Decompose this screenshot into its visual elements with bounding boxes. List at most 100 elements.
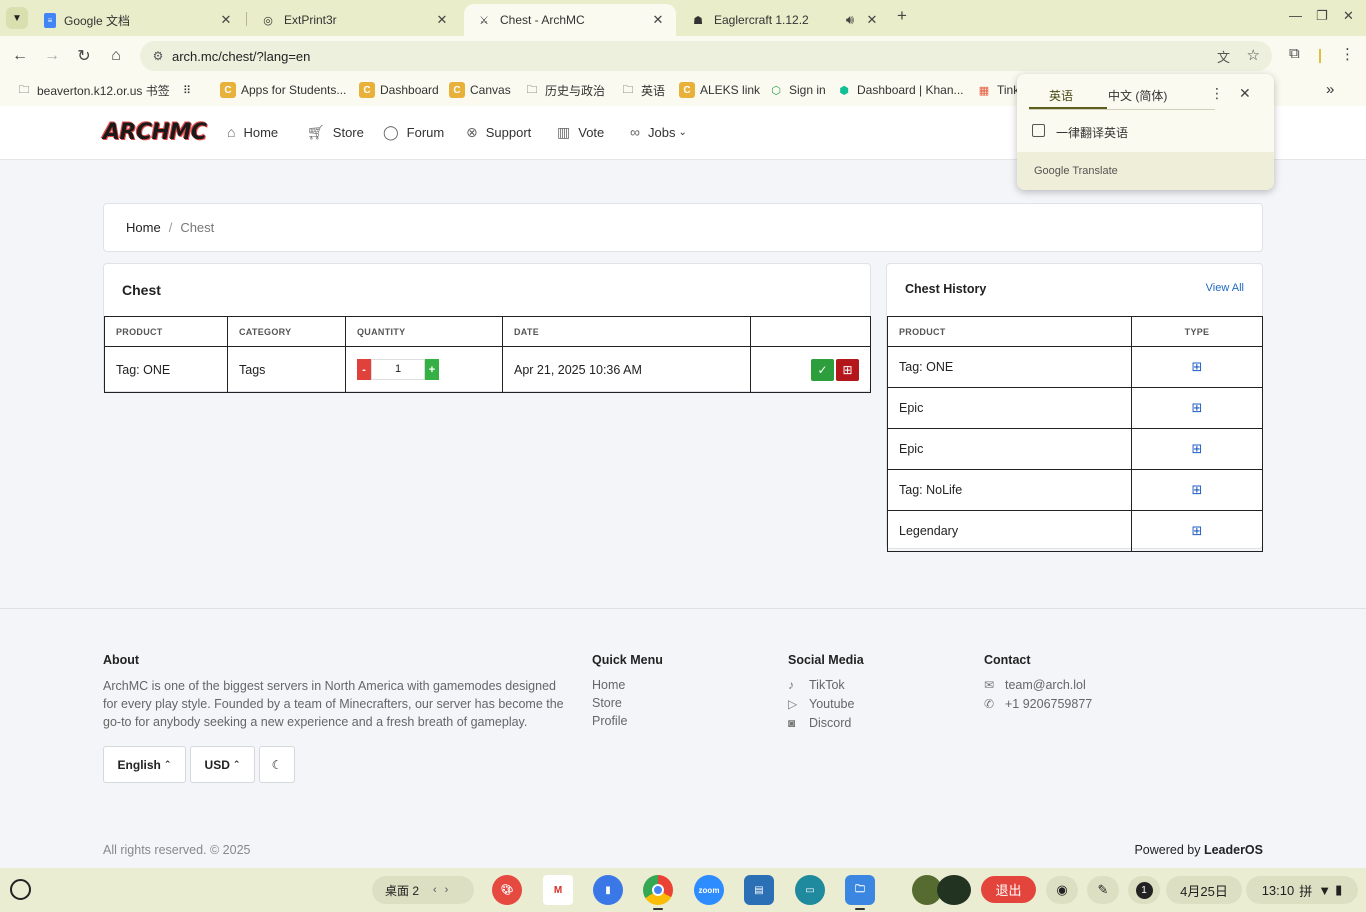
always-translate-checkbox[interactable]	[1032, 124, 1045, 137]
files-icon[interactable]: 🗀	[845, 875, 875, 905]
forward-button[interactable]: →	[41, 45, 63, 67]
close-icon[interactable]: ✕	[1239, 85, 1251, 102]
chevron-up-icon: ⌃	[163, 759, 172, 769]
zoom-icon[interactable]: zoom	[694, 875, 724, 905]
url-text[interactable]: arch.mc/chest/?lang=en	[172, 49, 310, 64]
nav-store[interactable]: 🛒︎ Store	[307, 124, 364, 141]
bookmark-item[interactable]: C Canvas	[449, 82, 511, 98]
nav-forum[interactable]: ◯ Forum	[383, 124, 444, 141]
close-window-button[interactable]: ✕	[1343, 8, 1354, 24]
language-button[interactable]: English ⌃	[103, 746, 186, 783]
view-all-link[interactable]: View All	[1206, 282, 1244, 294]
bookmark-item[interactable]: 🗀 英语	[620, 82, 666, 99]
theme-toggle-button[interactable]: ☾	[259, 746, 295, 783]
breadcrumb-home[interactable]: Home	[126, 220, 161, 235]
tab-google-docs[interactable]: ≡ Google 文档 ✕	[32, 4, 244, 36]
decrease-button[interactable]: -	[357, 359, 371, 380]
audio-control[interactable]: ◉	[1046, 876, 1078, 904]
chrome-icon[interactable]	[643, 875, 673, 905]
calculator-app-icon[interactable]: ▤	[744, 875, 774, 905]
nav-support[interactable]: ⊗ Support	[466, 124, 531, 141]
bookmark-item[interactable]: ▦ Tink	[976, 82, 1019, 98]
tab-chest-archmc[interactable]: ⚔ Chest - ArchMC ✕	[464, 4, 676, 36]
footer-link-home[interactable]: Home	[592, 678, 625, 692]
minimize-button[interactable]: —	[1289, 8, 1302, 23]
footer-link-profile[interactable]: Profile	[592, 714, 627, 728]
footer-phone[interactable]: ✆ +1 9206759877	[984, 697, 1092, 711]
status-area[interactable]: 13:10 拼 ▼ ▮	[1246, 876, 1358, 904]
exit-button[interactable]: 退出	[981, 876, 1036, 903]
translate-tab-target[interactable]: 中文 (简体)	[1108, 87, 1167, 104]
more-bookmarks-icon[interactable]: »	[1326, 81, 1334, 98]
speaker-icon[interactable]: 🔊︎	[842, 12, 858, 28]
mic-app-icon[interactable]: ▮	[593, 875, 623, 905]
table-row: Epic ⊞	[887, 428, 1263, 470]
powered-brand[interactable]: LeaderOS	[1204, 843, 1263, 857]
gift-button[interactable]: ⊞	[836, 358, 859, 381]
tab-extprint3r[interactable]: ◎ ExtPrint3r ✕	[248, 4, 460, 36]
gift-icon: ⊞	[1191, 400, 1203, 415]
back-button[interactable]: ←	[9, 45, 31, 67]
phone-icon: ✆	[984, 697, 995, 711]
footer-link-store[interactable]: Store	[592, 696, 622, 710]
site-info-icon[interactable]: ⚙	[144, 49, 172, 63]
bookmark-item[interactable]: C ALEKS link	[679, 82, 760, 98]
gmail-icon[interactable]: M	[543, 875, 573, 905]
close-icon[interactable]: ✕	[434, 12, 450, 28]
desk-switcher[interactable]: 桌面 2 ‹›	[372, 876, 474, 904]
more-options-icon[interactable]: ⋮	[1210, 85, 1224, 102]
avatar[interactable]	[937, 875, 971, 905]
reload-button[interactable]: ↻	[73, 45, 95, 67]
bookmark-item[interactable]: ⬢ Dashboard | Khan...	[836, 82, 963, 98]
powered-by: Powered by LeaderOS	[1134, 843, 1263, 857]
address-bar[interactable]: ⚙ arch.mc/chest/?lang=en ⽂ ☆	[140, 41, 1272, 71]
footer-link-youtube[interactable]: ▷ Youtube	[788, 697, 854, 711]
launcher-button[interactable]	[10, 879, 31, 900]
home-icon: ⌂	[227, 124, 236, 140]
classroom-app-icon[interactable]: ▭	[795, 875, 825, 905]
bookmark-item[interactable]: C Apps for Students...	[220, 82, 346, 98]
nav-vote[interactable]: ▥ Vote	[557, 124, 604, 141]
footer-about-text: ArchMC is one of the biggest servers in …	[103, 679, 564, 729]
translate-icon[interactable]: ⽂	[1217, 47, 1230, 66]
desk-arrows-icon[interactable]: ‹›	[433, 884, 456, 896]
footer-link-tiktok[interactable]: ♪ TikTok	[788, 678, 845, 692]
restore-button[interactable]: ❐	[1316, 8, 1328, 24]
bookmark-item[interactable]: ⬡ Sign in	[768, 82, 826, 98]
bookmark-item[interactable]: ⠿	[179, 82, 200, 98]
close-icon[interactable]: ✕	[650, 12, 666, 28]
apps-grid-icon: ⠿	[182, 84, 192, 97]
currency-button[interactable]: USD ⌃	[190, 746, 255, 783]
footer-link-discord[interactable]: ◙ Discord	[788, 716, 851, 730]
home-icon: ⌂	[111, 47, 121, 64]
nav-jobs[interactable]: ∞ Jobs ⌄	[630, 124, 687, 140]
bookmark-label: Canvas	[470, 83, 511, 97]
nav-home[interactable]: ⌂ Home	[227, 124, 278, 140]
powered-prefix: Powered by	[1134, 843, 1204, 857]
close-icon[interactable]: ✕	[864, 12, 880, 28]
type-cell: ⊞	[1131, 510, 1263, 552]
new-tab-button[interactable]: +	[897, 6, 907, 26]
tab-title: ExtPrint3r	[284, 13, 337, 27]
site-logo[interactable]: ARCHMC	[103, 120, 207, 145]
extensions-icon[interactable]: ⧉	[1289, 45, 1300, 62]
tab-eaglercraft[interactable]: ☗ Eaglercraft 1.12.2 🔊︎ ✕	[678, 4, 890, 36]
footer-email[interactable]: ✉ team@arch.lol	[984, 678, 1086, 692]
notification-badge[interactable]: 1	[1128, 876, 1160, 904]
star-icon[interactable]: ☆	[1247, 46, 1260, 64]
bookmark-item[interactable]: 🗀 历史与政治	[524, 82, 606, 99]
increase-button[interactable]: +	[425, 359, 439, 380]
translate-tab-source[interactable]: 英语	[1049, 87, 1073, 104]
close-icon[interactable]: ✕	[218, 12, 234, 28]
paint-app-icon[interactable]: 🎨︎	[492, 875, 522, 905]
more-menu-icon[interactable]: ⋮	[1340, 45, 1355, 63]
quantity-input[interactable]: 1	[371, 359, 425, 380]
date-display[interactable]: 4月25日	[1166, 876, 1242, 904]
bookmark-item[interactable]: 🗀 beaverton.k12.or.us 书签	[16, 82, 170, 99]
bookmark-item[interactable]: C Dashboard	[359, 82, 439, 98]
stylus-tools[interactable]: ✎	[1087, 876, 1119, 904]
home-button[interactable]: ⌂	[105, 45, 127, 67]
chat-icon: ◯	[383, 124, 399, 140]
claim-button[interactable]: ✓	[811, 358, 834, 381]
tab-search-button[interactable]: ▼	[6, 7, 28, 29]
